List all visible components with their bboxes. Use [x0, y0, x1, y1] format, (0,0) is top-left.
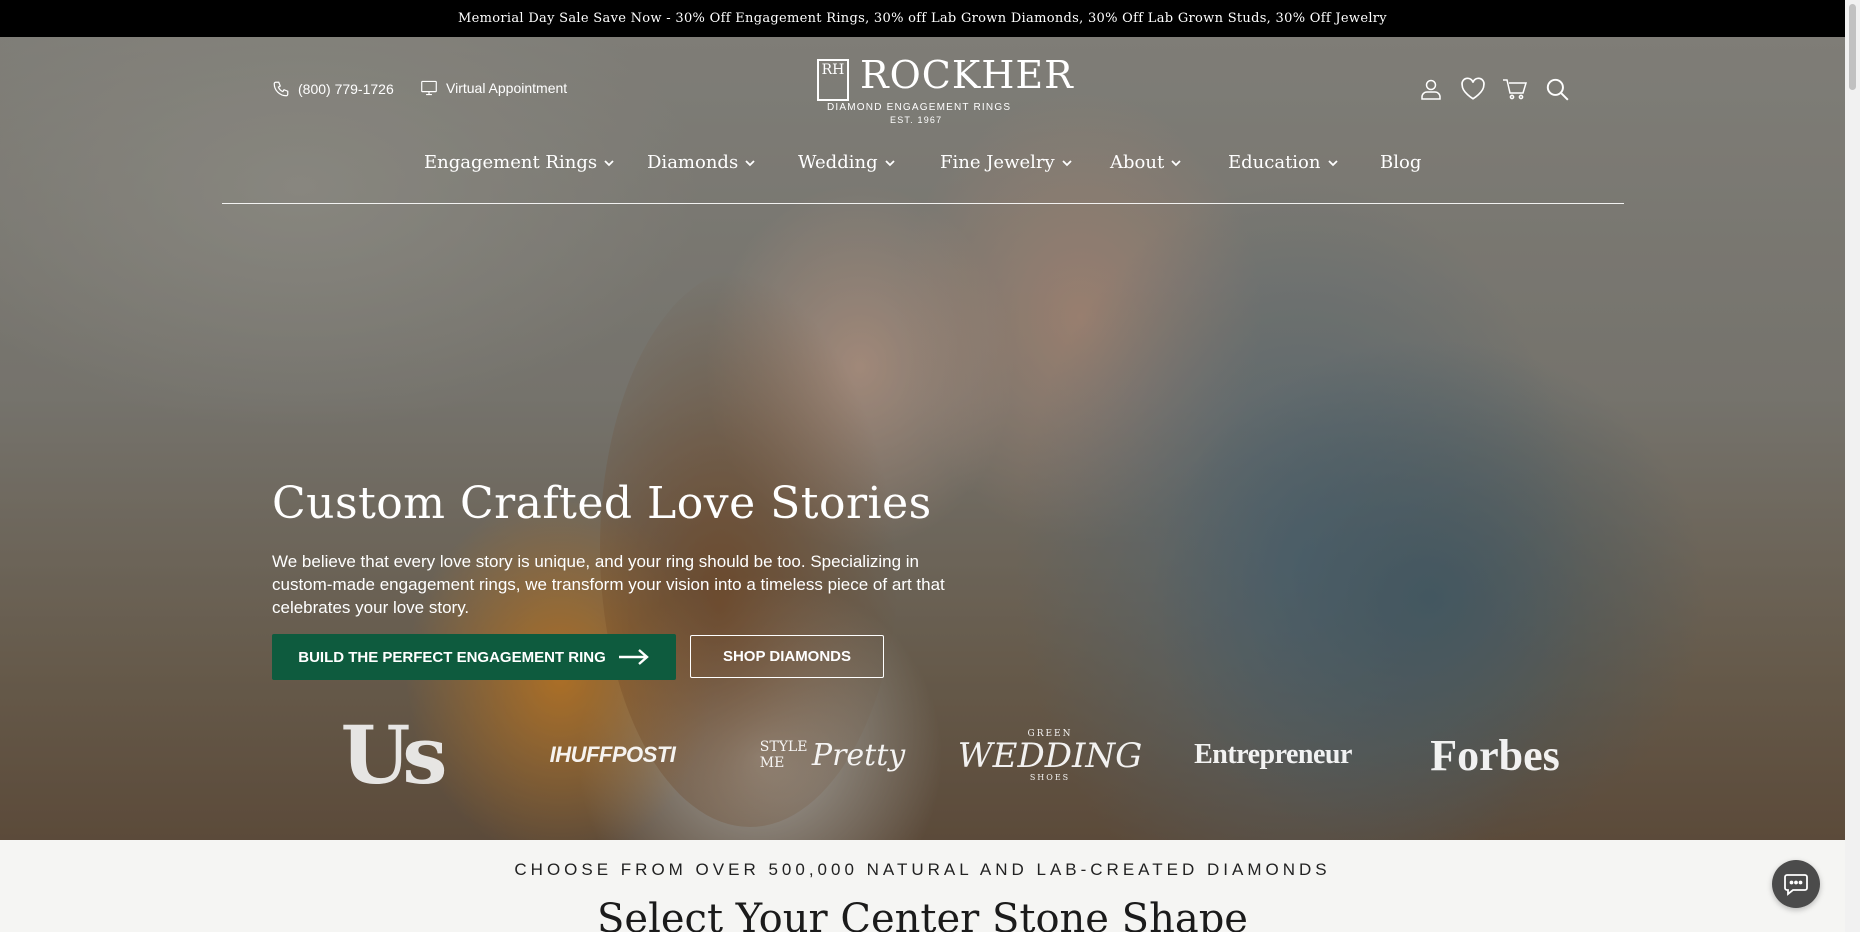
arrow-right-icon: [618, 649, 649, 665]
chevron-down-icon: [1062, 159, 1072, 166]
nav-engagement-rings[interactable]: Engagement Rings: [424, 152, 615, 173]
virtual-appointment-label: Virtual Appointment: [446, 80, 568, 96]
nav-blog[interactable]: Blog: [1380, 152, 1421, 173]
nav-fine-jewelry[interactable]: Fine Jewelry: [940, 152, 1073, 173]
hero-description: We believe that every love story is uniq…: [272, 552, 945, 617]
nav-label: Diamonds: [647, 152, 739, 173]
nav-wedding[interactable]: Wedding: [798, 152, 896, 173]
shape-section-title: Select Your Center Stone Shape: [597, 896, 1248, 932]
chevron-down-icon: [1171, 159, 1181, 166]
build-ring-label: BUILD THE PERFECT ENGAGEMENT RING: [298, 648, 606, 666]
monitor-icon: [421, 80, 437, 96]
press-logo-green-wedding-shoes: GREEN WEDDING SHOES: [957, 728, 1143, 782]
chevron-down-icon: [745, 159, 755, 166]
chevron-down-icon: [884, 159, 895, 166]
phone-icon: [273, 81, 289, 97]
search-icon[interactable]: [1544, 76, 1570, 102]
phone-link[interactable]: (800) 779-1726: [272, 80, 394, 98]
chat-button[interactable]: [1772, 860, 1820, 908]
press-logo-forbes: Forbes: [1430, 730, 1560, 780]
main-navigation: Engagement Rings Diamonds Wedding Fine J…: [222, 148, 1624, 204]
scrollbar-thumb[interactable]: [1849, 4, 1856, 90]
header-icon-group: [1418, 76, 1570, 102]
logo-tagline: DIAMOND ENGAGEMENT RINGS: [827, 102, 1012, 113]
nav-label: About: [1110, 152, 1165, 173]
logo-established: EST. 1967: [890, 115, 943, 125]
nav-label: Engagement Rings: [424, 152, 598, 173]
site-logo[interactable]: RH ROCKHER DIAMOND ENGAGEMENT RINGS EST.…: [815, 53, 1073, 125]
hero-title: Custom Crafted Love Stories: [272, 478, 932, 529]
chat-bubble-icon: [1784, 874, 1808, 896]
logo-monogram: RH: [817, 59, 849, 101]
chevron-down-icon: [604, 159, 614, 166]
promo-text: Memorial Day Sale Save Now - 30% Off Eng…: [458, 11, 1387, 26]
cart-icon[interactable]: [1502, 76, 1528, 102]
shop-diamonds-button[interactable]: SHOP DIAMONDS: [690, 635, 884, 678]
nav-education[interactable]: Education: [1228, 152, 1339, 173]
nav-label: Fine Jewelry: [940, 152, 1055, 173]
shop-diamonds-label: SHOP DIAMONDS: [722, 648, 852, 665]
nav-about[interactable]: About: [1110, 152, 1182, 173]
press-logo-entrepreneur: Entrepreneur: [1194, 739, 1352, 770]
nav-diamonds[interactable]: Diamonds: [647, 152, 756, 173]
press-logo-huffpost: IHUFFPOSTI: [549, 742, 676, 767]
press-logo-us-weekly: Us: [340, 708, 448, 802]
build-ring-button[interactable]: BUILD THE PERFECT ENGAGEMENT RING: [272, 634, 676, 680]
press-logo-style-me-pretty: STYLE ME Pretty: [759, 737, 906, 773]
nav-label: Blog: [1380, 152, 1422, 173]
virtual-appointment-link[interactable]: Virtual Appointment: [420, 80, 567, 96]
page-scrollbar[interactable]: [1845, 0, 1860, 932]
diamond-count-heading: CHOOSE FROM OVER 500,000 NATURAL AND LAB…: [514, 860, 1331, 879]
heart-icon[interactable]: [1460, 76, 1486, 102]
chevron-down-icon: [1327, 159, 1338, 166]
account-icon[interactable]: [1418, 76, 1444, 102]
nav-label: Education: [1228, 152, 1321, 173]
logo-wordmark: ROCKHER: [860, 53, 1074, 97]
nav-label: Wedding: [798, 152, 878, 173]
promo-banner[interactable]: Memorial Day Sale Save Now - 30% Off Eng…: [0, 0, 1845, 37]
phone-number: (800) 779-1726: [298, 81, 394, 97]
